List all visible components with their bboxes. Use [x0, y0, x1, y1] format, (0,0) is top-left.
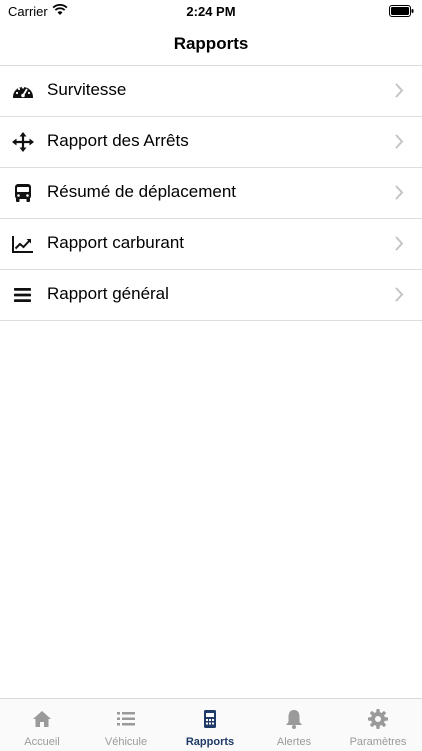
list-item-rapport-des-arrets[interactable]: Rapport des Arrêts	[0, 117, 422, 168]
list-item-resume-de-deplacement[interactable]: Résumé de déplacement	[0, 168, 422, 219]
list-item-label: Rapport des Arrêts	[47, 131, 189, 150]
list-item-label: Survitesse	[47, 80, 127, 99]
tab-bar: Accueil Véhicule Rapports Alertes Paramè…	[0, 698, 422, 751]
tab-label: Alertes	[276, 736, 312, 748]
bell-icon	[286, 710, 302, 729]
list-icon	[117, 712, 135, 726]
list-item-rapport-carburant[interactable]: Rapport carburant	[0, 219, 422, 270]
gear-icon	[368, 709, 388, 729]
list-item-label: Rapport général	[47, 284, 169, 303]
menu-lines-icon	[14, 288, 31, 302]
move-arrows-icon	[12, 132, 34, 152]
tab-label: Paramètres	[349, 736, 407, 748]
chevron-right-icon	[395, 134, 404, 149]
speedometer-icon	[13, 86, 33, 98]
status-bar: Carrier 2:24 PM	[0, 0, 422, 24]
list-item-survitesse[interactable]: Survitesse	[0, 66, 422, 117]
tab-rapports[interactable]: Rapports	[168, 699, 252, 751]
tab-vehicule[interactable]: Véhicule	[84, 699, 168, 751]
report-list: Survitesse Rapport des Arrêts Résumé de	[0, 66, 422, 321]
chevron-right-icon	[395, 185, 404, 200]
list-item-rapport-general[interactable]: Rapport général	[0, 270, 422, 321]
chevron-right-icon	[395, 287, 404, 302]
chevron-right-icon	[395, 236, 404, 251]
tab-label: Véhicule	[104, 736, 148, 748]
tab-accueil[interactable]: Accueil	[0, 699, 84, 751]
chevron-right-icon	[395, 83, 404, 98]
page-title: Rapports	[173, 34, 249, 53]
report-icon	[204, 710, 216, 728]
home-icon	[33, 711, 51, 727]
tab-parametres[interactable]: Paramètres	[336, 699, 420, 751]
status-time: 2:24 PM	[186, 4, 236, 19]
bus-icon	[15, 184, 31, 202]
tab-label: Accueil	[24, 736, 60, 748]
list-item-label: Rapport carburant	[47, 233, 185, 252]
list-item-label: Résumé de déplacement	[47, 182, 237, 201]
battery-icon	[389, 5, 414, 17]
tab-alertes[interactable]: Alertes	[252, 699, 336, 751]
tab-label: Rapports	[185, 736, 235, 748]
line-chart-icon	[12, 236, 33, 253]
navigation-bar: Rapports	[0, 24, 422, 66]
